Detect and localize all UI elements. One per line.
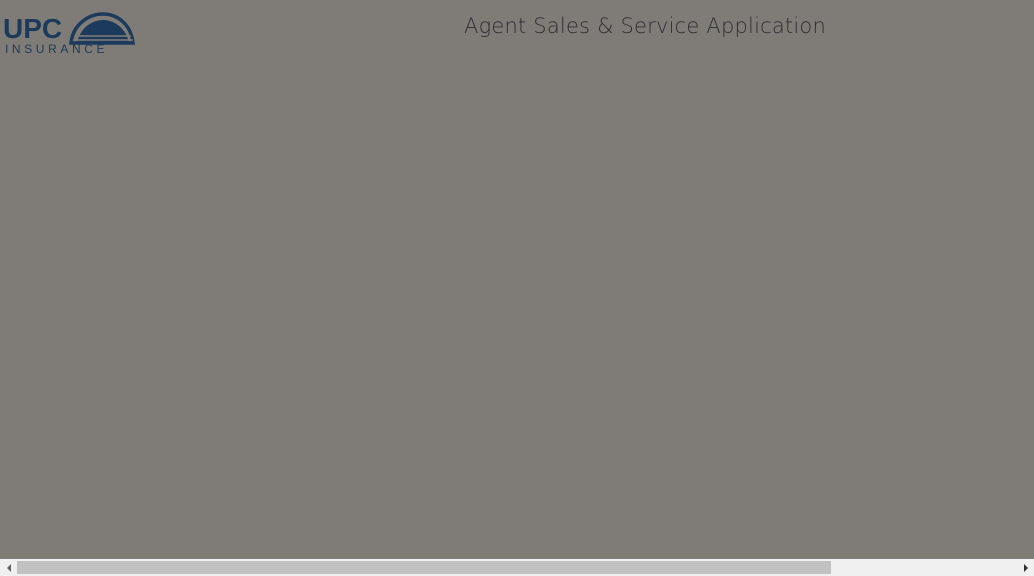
app-page: UPC INSURANCE Agent Sales & Service Appl… [0,0,1034,576]
scrollbar-thumb[interactable] [17,561,831,574]
upc-insurance-logo[interactable]: UPC INSURANCE [3,10,135,56]
horizontal-scrollbar[interactable] [0,559,1034,576]
scroll-left-arrow-icon[interactable] [0,559,17,576]
logo-graphic: UPC INSURANCE [3,12,135,56]
app-title: Agent Sales & Service Application [464,14,826,38]
scroll-right-arrow-icon[interactable] [1017,559,1034,576]
logo-text-upc: UPC [3,13,62,44]
logo-text-insurance: INSURANCE [5,42,108,56]
